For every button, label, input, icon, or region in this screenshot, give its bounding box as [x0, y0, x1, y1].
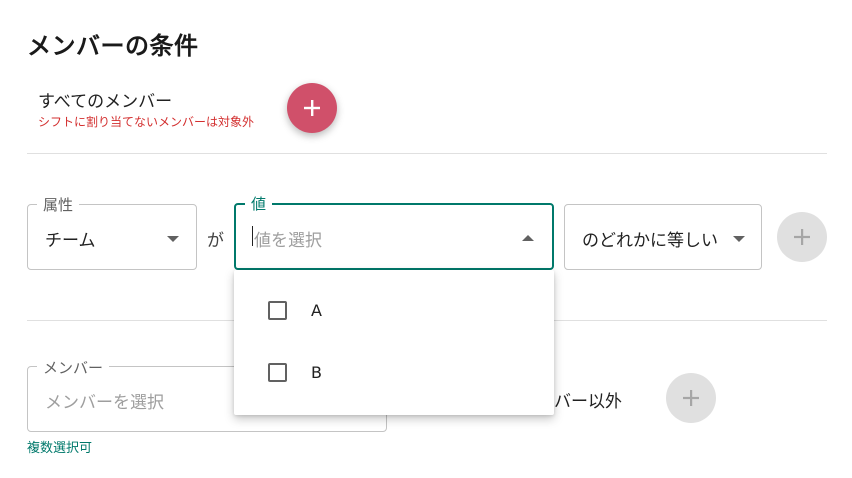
- plus-icon: [304, 100, 320, 116]
- attribute-select[interactable]: 属性 チーム: [27, 194, 197, 270]
- option-b[interactable]: B: [234, 342, 554, 404]
- attribute-value: チーム: [45, 231, 96, 251]
- except-members-label: バー以外: [554, 392, 622, 412]
- value-dropdown-menu: A B: [234, 270, 554, 415]
- multi-select-note: 複数選択可: [27, 441, 93, 456]
- operator-value: のどれかに等しい: [582, 231, 718, 251]
- page-title: メンバーの条件: [27, 32, 199, 60]
- value-placeholder: 値を選択: [254, 231, 322, 251]
- add-all-members-button[interactable]: [287, 83, 337, 133]
- plus-icon: [794, 229, 810, 245]
- chevron-down-icon: [733, 236, 745, 242]
- attribute-legend: 属性: [37, 194, 80, 215]
- member-legend: メンバー: [37, 357, 110, 378]
- checkbox[interactable]: [268, 301, 287, 320]
- operator-select[interactable]: のどれかに等しい: [564, 204, 762, 270]
- all-members-note: シフトに割り当てないメンバーは対象外: [38, 115, 255, 129]
- value-select[interactable]: 値 値を選択: [234, 193, 554, 270]
- plus-icon: [683, 390, 699, 406]
- divider: [27, 153, 827, 154]
- chevron-up-icon: [522, 235, 534, 241]
- text-cursor: [252, 226, 253, 246]
- member-placeholder: メンバーを選択: [45, 393, 164, 413]
- connector-label: が: [207, 231, 224, 251]
- option-label: A: [311, 301, 322, 320]
- checkbox[interactable]: [268, 363, 287, 382]
- chevron-down-icon: [167, 236, 179, 242]
- value-legend: 値: [245, 193, 273, 214]
- add-member-button[interactable]: [666, 373, 716, 423]
- all-members-label: すべてのメンバー: [38, 92, 173, 112]
- option-a[interactable]: A: [234, 280, 554, 342]
- option-label: B: [311, 363, 322, 382]
- add-condition-button[interactable]: [777, 212, 827, 262]
